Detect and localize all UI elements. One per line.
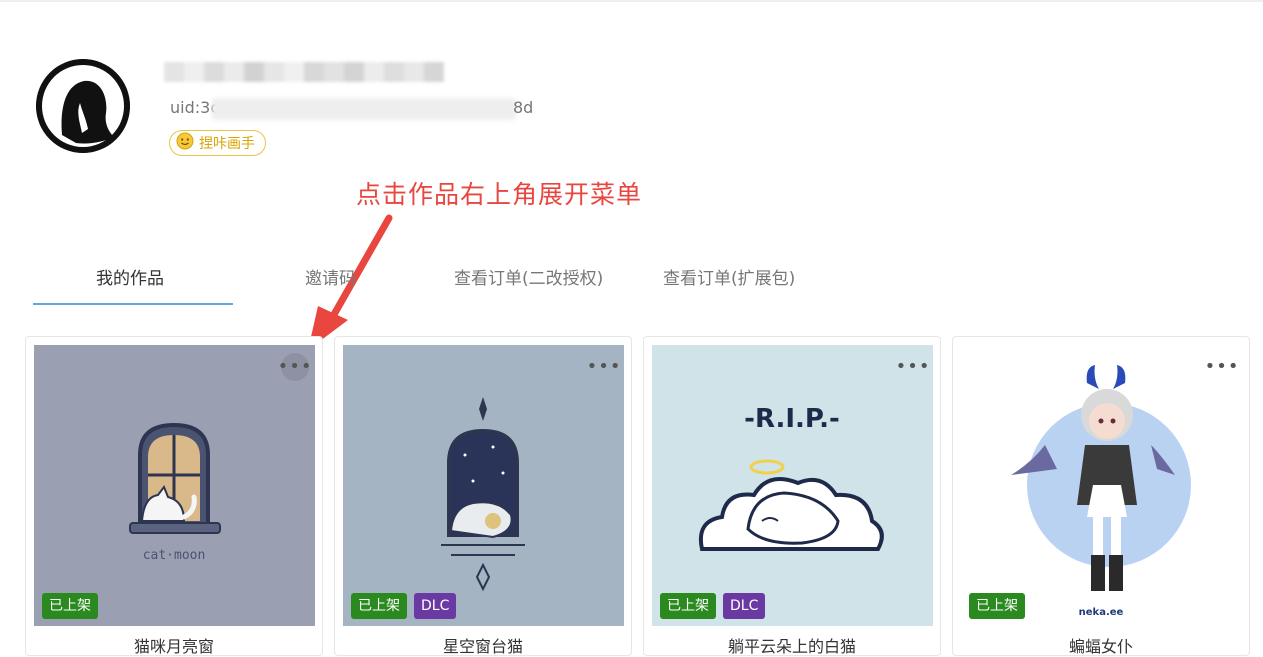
active-tab-indicator bbox=[33, 303, 233, 305]
tag-list: 已上架 DLC bbox=[660, 593, 766, 619]
status-badge: 已上架 bbox=[969, 593, 1025, 619]
work-title[interactable]: 蝙蝠女仆 bbox=[953, 633, 1249, 657]
avatar[interactable] bbox=[36, 59, 130, 153]
tag-list: 已上架 bbox=[42, 593, 98, 619]
work-card[interactable]: cat·moon ••• 已上架 猫咪月亮窗 bbox=[25, 336, 323, 656]
username-blurred bbox=[164, 60, 454, 86]
tab-orders-expansion[interactable]: 查看订单(扩展包) bbox=[663, 264, 795, 289]
bat-maid-character-illustration: neka.ee bbox=[1011, 365, 1191, 618]
dlc-badge: DLC bbox=[723, 593, 766, 619]
smiley-icon bbox=[176, 132, 194, 154]
work-card[interactable]: ••• 已上架 DLC 星空窗台猫 bbox=[334, 336, 632, 656]
work-card[interactable]: -R.I.P.- ••• 已上架 DLC 躺平云朵上的白猫 bbox=[643, 336, 941, 656]
uid-blurred bbox=[212, 98, 516, 120]
badge-label: 捏咔画手 bbox=[199, 136, 255, 152]
more-menu-button[interactable]: ••• bbox=[896, 353, 930, 381]
tag-list: 已上架 bbox=[969, 593, 1025, 619]
tab-orders-license[interactable]: 查看订单(二改授权) bbox=[454, 264, 603, 289]
work-card[interactable]: neka.ee ••• 已上架 蝙蝠女仆 bbox=[952, 336, 1250, 656]
tab-bar: 我的作品 邀请码 查看订单(二改授权) 查看订单(扩展包) bbox=[33, 250, 933, 306]
creator-badge: 捏咔画手 bbox=[169, 130, 266, 156]
work-title[interactable]: 星空窗台猫 bbox=[335, 633, 631, 657]
work-thumbnail[interactable]: cat·moon ••• 已上架 bbox=[34, 345, 315, 626]
work-title[interactable]: 躺平云朵上的白猫 bbox=[644, 633, 940, 657]
work-title[interactable]: 猫咪月亮窗 bbox=[26, 633, 322, 657]
top-divider bbox=[0, 0, 1263, 2]
annotation-text: 点击作品右上角展开菜单 bbox=[356, 180, 643, 209]
dlc-badge: DLC bbox=[414, 593, 457, 619]
starry-window-illustration bbox=[441, 397, 525, 592]
work-thumbnail[interactable]: neka.ee ••• 已上架 bbox=[961, 345, 1242, 626]
status-badge: 已上架 bbox=[42, 593, 98, 619]
svg-text:-R.I.P.-: -R.I.P.- bbox=[744, 404, 840, 434]
status-badge: 已上架 bbox=[351, 593, 407, 619]
more-menu-button[interactable]: ••• bbox=[278, 353, 311, 381]
svg-text:neka.ee: neka.ee bbox=[1079, 607, 1124, 618]
work-thumbnail[interactable]: -R.I.P.- ••• 已上架 DLC bbox=[652, 345, 933, 626]
tab-invite-code[interactable]: 邀请码 bbox=[305, 264, 356, 289]
uid-suffix: 8d bbox=[513, 98, 534, 117]
work-thumbnail[interactable]: ••• 已上架 DLC bbox=[343, 345, 624, 626]
rip-cloud-cat-illustration: -R.I.P.- bbox=[699, 404, 884, 551]
window-cat-illustration: cat·moon bbox=[129, 422, 221, 563]
tag-list: 已上架 DLC bbox=[351, 593, 457, 619]
more-menu-button[interactable]: ••• bbox=[1205, 353, 1239, 381]
status-badge: 已上架 bbox=[660, 593, 716, 619]
more-menu-button[interactable]: ••• bbox=[587, 353, 621, 381]
svg-text:cat·moon: cat·moon bbox=[143, 548, 206, 563]
tab-my-works[interactable]: 我的作品 bbox=[96, 264, 164, 289]
